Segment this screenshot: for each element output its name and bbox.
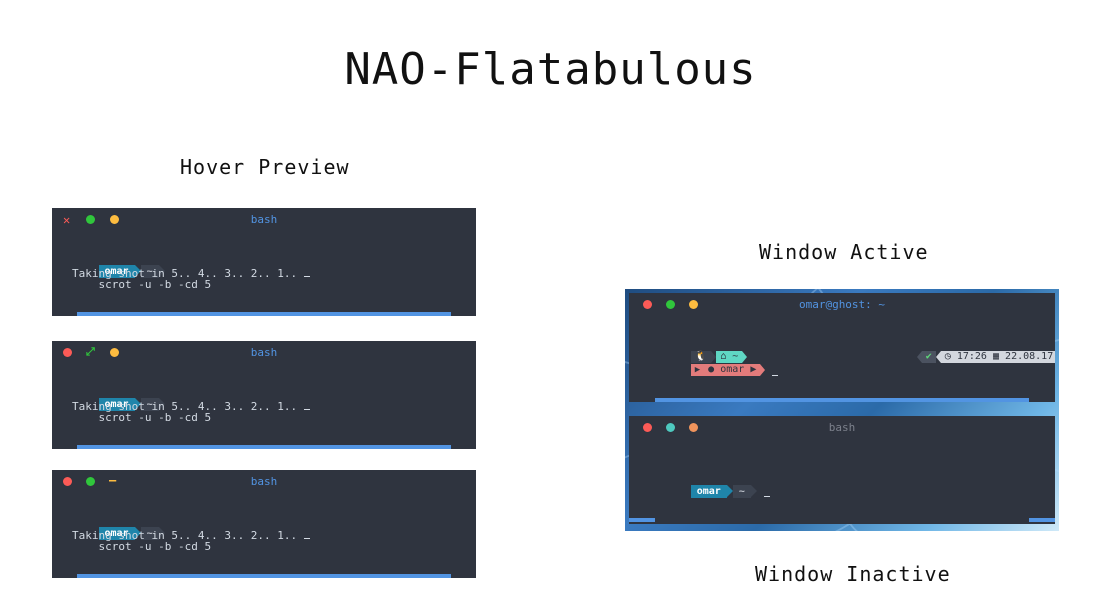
- bottom-border-right: [1029, 518, 1055, 522]
- cursor: [303, 265, 310, 277]
- window-title: omar@ghost: ~: [798, 298, 886, 311]
- inactive-terminal-window[interactable]: bash omar ~: [629, 416, 1055, 524]
- output-text: Taking shot in 5.. 4.. 3.. 2.. 1..: [72, 400, 304, 413]
- window-title: bash: [828, 421, 856, 434]
- titlebar[interactable]: bash: [629, 416, 1055, 438]
- output-line: Taking shot in 5.. 4.. 3.. 2.. 1..: [72, 398, 310, 413]
- prompt-row-2: ▶ ● omar ▶: [651, 351, 778, 392]
- bottom-border: [77, 312, 451, 316]
- output-line: Taking shot in 5.. 4.. 3.. 2.. 1..: [72, 265, 310, 280]
- right-status: ✔ ◷ 17:26 ▦ 22.08.17: [877, 338, 1055, 377]
- prompt-line: omar ~: [651, 472, 770, 513]
- cursor: [772, 364, 778, 376]
- window-active-heading: Window Active: [759, 240, 929, 264]
- active-terminal-window[interactable]: omar@ghost: ~ 🐧 ⌂ ~ ▶ ● omar ▶ ✔ ◷ 17:26 ▦ …: [629, 293, 1055, 402]
- desktop-wallpaper: omar@ghost: ~ 🐧 ⌂ ~ ▶ ● omar ▶ ✔ ◷ 17:26 ▦ …: [625, 289, 1059, 531]
- user-icon: ●: [708, 364, 715, 375]
- prompt-separator: [760, 364, 766, 376]
- titlebar[interactable]: ✕ bash: [52, 208, 476, 230]
- cursor: [303, 398, 310, 410]
- bottom-border-left: [629, 518, 655, 522]
- output-line: Taking shot in 5.. 4.. 3.. 2.. 1..: [72, 527, 310, 542]
- bottom-border: [655, 398, 1029, 402]
- window-title: bash: [250, 213, 278, 226]
- cursor: [303, 527, 310, 539]
- play-indicator: ▶: [690, 364, 705, 376]
- prompt-user: omar: [690, 485, 727, 498]
- bottom-border: [77, 574, 451, 578]
- prompt-user: omar: [720, 364, 745, 375]
- date-text: 22.08.17: [1005, 351, 1054, 362]
- hover-preview-heading: Hover Preview: [180, 155, 350, 179]
- output-text: Taking shot in 5.. 4.. 3.. 2.. 1..: [72, 267, 304, 280]
- titlebar[interactable]: ⤢ bash: [52, 341, 476, 363]
- hover-terminal-maximize[interactable]: ⤢ bash omar ~ scrot -u -b -cd 5 Taking sh…: [52, 341, 476, 449]
- time-text: 17:26: [956, 351, 987, 362]
- hover-terminal-close[interactable]: ✕ bash omar ~ scrot -u -b -cd 5 Taking sh…: [52, 208, 476, 316]
- window-title: bash: [250, 475, 278, 488]
- titlebar[interactable]: — bash: [52, 470, 476, 492]
- check-icon: ✔: [921, 351, 936, 363]
- page-title: NAO-Flatabulous: [344, 44, 757, 95]
- titlebar[interactable]: omar@ghost: ~: [629, 293, 1055, 315]
- prompt-dir: ~: [732, 485, 751, 498]
- prompt-separator: [750, 485, 757, 497]
- output-text: Taking shot in 5.. 4.. 3.. 2.. 1..: [72, 529, 304, 542]
- hover-terminal-minimize[interactable]: — bash omar ~ scrot -u -b -cd 5 Taking sh…: [52, 470, 476, 578]
- window-title: bash: [250, 346, 278, 359]
- calendar-icon: ▦: [992, 351, 1000, 362]
- window-inactive-heading: Window Inactive: [755, 562, 951, 586]
- clock-icon: ◷: [944, 351, 951, 362]
- cursor: [763, 485, 770, 497]
- bottom-border: [77, 445, 451, 449]
